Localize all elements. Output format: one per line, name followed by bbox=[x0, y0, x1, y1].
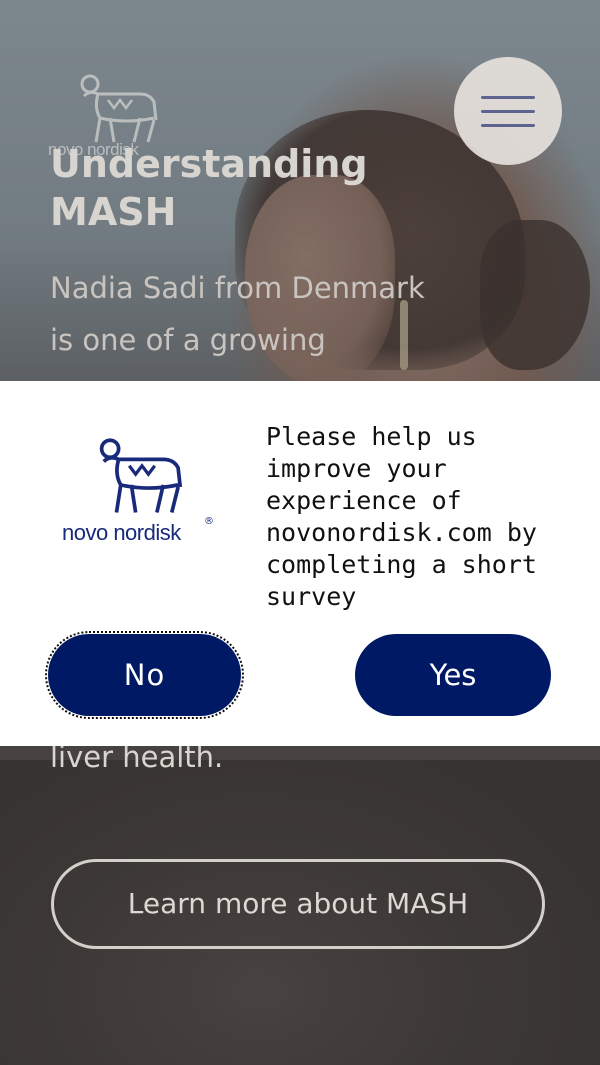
hamburger-menu-icon-line bbox=[481, 109, 535, 113]
survey-logo: novo nordisk ® bbox=[62, 436, 217, 551]
survey-message: Please help us improve your experience o… bbox=[266, 422, 537, 611]
hamburger-menu-icon-line bbox=[481, 123, 535, 127]
survey-dialog: novo nordisk ® Please help us improve yo… bbox=[0, 381, 600, 746]
apis-bull-icon bbox=[99, 438, 183, 513]
hero-title: Understanding MASH bbox=[50, 142, 368, 234]
survey-logo-text: novo nordisk bbox=[62, 520, 181, 545]
survey-no-button[interactable]: No bbox=[45, 631, 244, 719]
survey-yes-button[interactable]: Yes bbox=[355, 634, 551, 716]
hero-description: Nadia Sadi from Denmark is one of a grow… bbox=[50, 271, 425, 357]
menu-button[interactable] bbox=[454, 57, 562, 165]
learn-more-button[interactable]: Learn more about MASH bbox=[51, 859, 545, 949]
hamburger-menu-icon bbox=[481, 95, 535, 99]
registered-mark: ® bbox=[204, 516, 214, 527]
